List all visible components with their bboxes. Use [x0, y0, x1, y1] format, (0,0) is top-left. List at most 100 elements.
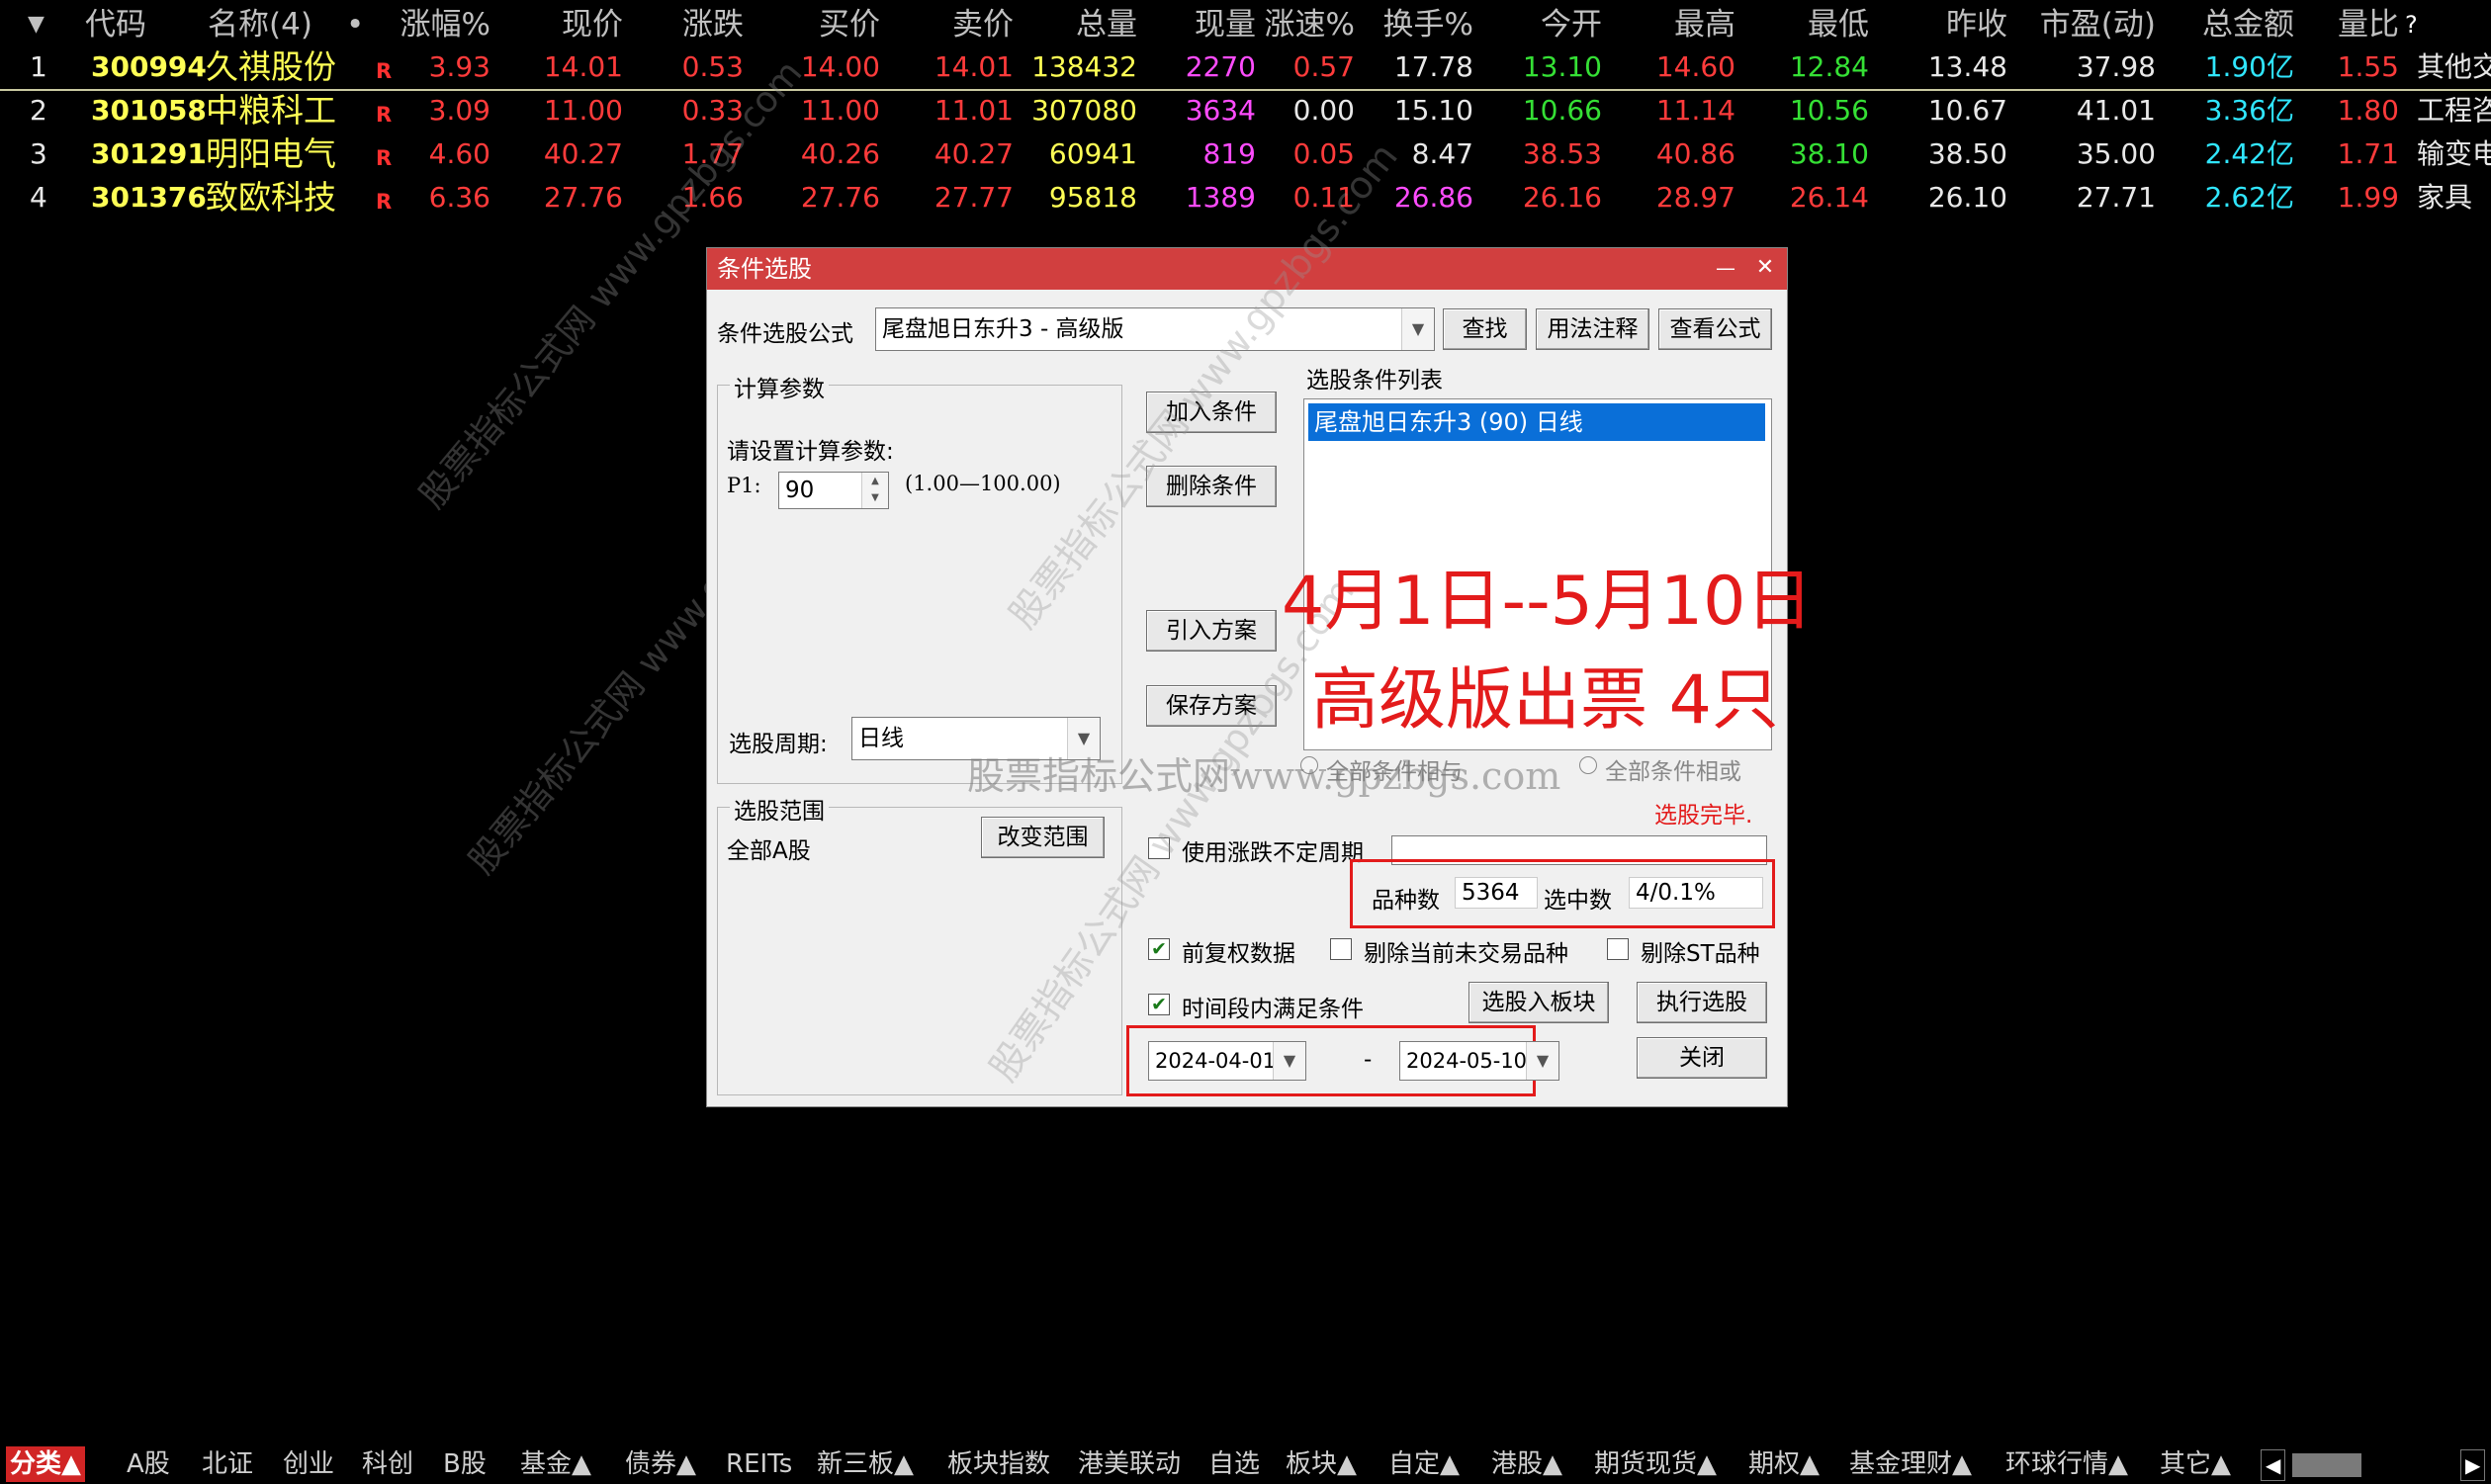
exclude-notrade-checkbox[interactable] [1330, 938, 1352, 960]
tab-custom[interactable]: 自定▲ [1384, 1446, 1464, 1482]
tab-category[interactable]: 分类▲ [6, 1446, 85, 1482]
col-header-prev-close[interactable]: 昨收 [1918, 4, 2007, 45]
tab-futures[interactable]: 期货现货▲ [1590, 1446, 1721, 1482]
header-menu-icon[interactable]: ▼ [28, 4, 53, 45]
col-header-chg-pct[interactable]: 涨幅% [392, 4, 490, 45]
date-to-picker[interactable]: 2024-05-10 ▼ [1399, 1041, 1559, 1081]
cell-vol-ratio: 1.80 [2337, 94, 2399, 127]
execute-selection-button[interactable]: 执行选股 [1637, 982, 1767, 1023]
col-header-low[interactable]: 最低 [1780, 4, 1869, 45]
cell-amount: 1.90亿 [2204, 50, 2294, 83]
tab-star[interactable]: 科创 [358, 1446, 417, 1482]
col-header-open[interactable]: 今开 [1513, 4, 1602, 45]
tab-wealth[interactable]: 基金理财▲ [1845, 1446, 1976, 1482]
exclude-notrade-label[interactable]: 剔除当前未交易品种 [1364, 934, 1568, 968]
col-header-price[interactable]: 现价 [534, 4, 623, 45]
table-row[interactable]: 2 301058 中粮科工 R 3.09 11.00 0.33 11.00 11… [0, 89, 2491, 132]
col-header-pe[interactable]: 市盈(动) [2027, 4, 2156, 45]
exclude-st-label[interactable]: 剔除ST品种 [1641, 934, 1760, 968]
cell-speed: 0.00 [1292, 94, 1355, 127]
forward-adjust-checkbox[interactable]: ✔ [1148, 938, 1170, 960]
tab-scrollbar[interactable] [2292, 1453, 2361, 1477]
cell-ask: 14.01 [934, 50, 1014, 83]
table-row[interactable]: 1 300994 久祺股份 R 3.93 14.01 0.53 14.00 14… [0, 45, 2491, 91]
col-header-cur-vol[interactable]: 现量 [1167, 4, 1256, 45]
tab-sector-index[interactable]: 板块指数 [943, 1446, 1054, 1482]
col-header-ask[interactable]: 卖价 [925, 4, 1014, 45]
time-range-label[interactable]: 时间段内满足条件 [1182, 990, 1364, 1023]
row-index: 2 [30, 94, 47, 127]
view-formula-button[interactable]: 查看公式 [1658, 308, 1772, 350]
cell-vol: 307080 [1031, 94, 1137, 127]
scroll-right-icon[interactable]: ▶ [2460, 1449, 2486, 1481]
spinner-arrows-icon[interactable]: ▲ ▼ [861, 473, 888, 508]
tab-watchlist[interactable]: 自选 [1204, 1446, 1264, 1482]
cell-turnover: 15.10 [1393, 94, 1473, 127]
usage-notes-button[interactable]: 用法注释 [1536, 308, 1649, 350]
condition-list-item[interactable]: 尾盘旭日东升3 (90) 日线 [1308, 403, 1765, 441]
col-header-vol-ratio[interactable]: 量比 [2314, 4, 2399, 45]
table-row[interactable]: 3 301291 明阳电气 R 4.60 40.27 1.77 40.26 40… [0, 132, 2491, 176]
tab-global[interactable]: 环球行情▲ [2002, 1446, 2132, 1482]
formula-select-value: 尾盘旭日东升3 - 高级版 [882, 316, 1124, 342]
col-header-bid[interactable]: 买价 [791, 4, 880, 45]
cell-low: 10.56 [1789, 94, 1869, 127]
col-header-amount[interactable]: 总金额 [2176, 4, 2294, 45]
table-row[interactable]: 4 301376 致欧科技 R 6.36 27.76 1.66 27.76 27… [0, 176, 2491, 219]
find-button[interactable]: 查找 [1443, 308, 1527, 350]
chevron-down-icon[interactable]: ▼ [1401, 308, 1434, 350]
col-header-turnover[interactable]: 换手% [1365, 4, 1473, 45]
col-header-dot[interactable]: • [346, 4, 366, 45]
tab-options[interactable]: 期权▲ [1744, 1446, 1824, 1482]
uncertain-period-label[interactable]: 使用涨跌不定周期 [1182, 833, 1364, 867]
cell-bid: 40.26 [800, 137, 880, 170]
formula-label: 条件选股公式 [717, 321, 853, 347]
exclude-st-checkbox[interactable] [1607, 938, 1629, 960]
tab-hk-us-link[interactable]: 港美联动 [1074, 1446, 1185, 1482]
change-scope-button[interactable]: 改变范围 [981, 817, 1105, 858]
col-header-high[interactable]: 最高 [1646, 4, 1735, 45]
col-header-vol[interactable]: 总量 [1048, 4, 1137, 45]
tab-beijing[interactable]: 北证 [198, 1446, 257, 1482]
date-from-picker[interactable]: 2024-04-01 ▼ [1148, 1041, 1306, 1081]
p1-input[interactable]: 90 ▲ ▼ [778, 472, 889, 509]
col-header-code[interactable]: 代码 [85, 4, 164, 45]
col-header-speed[interactable]: 涨速% [1256, 4, 1355, 45]
market-tab-bar: 分类▲ A股 北证 创业 科创 B股 基金▲ 债券▲ REITs 新三板▲ 板块… [0, 1443, 2491, 1484]
chevron-down-icon[interactable]: ▼ [1526, 1042, 1558, 1080]
formula-select[interactable]: 尾盘旭日东升3 - 高级版 ▼ [875, 307, 1435, 351]
cell-prev-close: 38.50 [1927, 137, 2007, 170]
import-scheme-button[interactable]: 引入方案 [1146, 610, 1277, 652]
annotation-result: 高级版出票 4只 [1311, 661, 1779, 740]
selected-value: 4/0.1% [1629, 877, 1763, 909]
cell-industry: 家具 [2417, 181, 2473, 214]
col-header-chg[interactable]: 涨跌 [653, 4, 744, 45]
tab-fund[interactable]: 基金▲ [516, 1446, 595, 1482]
p1-label: P1: [727, 474, 761, 497]
tab-sector[interactable]: 板块▲ [1282, 1446, 1361, 1482]
tab-chinext[interactable]: 创业 [279, 1446, 338, 1482]
radio-or[interactable] [1579, 756, 1597, 774]
close-icon[interactable]: ✕ [1745, 248, 1785, 290]
chevron-down-icon[interactable]: ▼ [1273, 1042, 1305, 1080]
tab-bond[interactable]: 债券▲ [621, 1446, 700, 1482]
tab-neeq[interactable]: 新三板▲ [813, 1446, 918, 1482]
tab-reits[interactable]: REITs [722, 1446, 796, 1482]
tab-a-share[interactable]: A股 [123, 1446, 174, 1482]
minimize-icon[interactable]: — [1706, 248, 1745, 290]
close-button[interactable]: 关闭 [1637, 1037, 1767, 1079]
scroll-left-icon[interactable]: ◀ [2261, 1449, 2286, 1481]
cell-pe: 35.00 [2076, 137, 2156, 170]
period-select-value: 日线 [858, 726, 904, 751]
forward-adjust-label[interactable]: 前复权数据 [1182, 934, 1295, 968]
add-to-block-button[interactable]: 选股入板块 [1468, 982, 1609, 1023]
tab-other[interactable]: 其它▲ [2156, 1446, 2235, 1482]
radio-or-label[interactable]: 全部条件相或 [1605, 752, 1741, 786]
help-icon[interactable]: ? [2405, 4, 2425, 45]
tab-hk[interactable]: 港股▲ [1487, 1446, 1566, 1482]
col-header-name[interactable]: 名称(4) [208, 4, 336, 45]
time-range-checkbox[interactable]: ✔ [1148, 994, 1170, 1015]
dialog-title: 条件选股 [717, 255, 812, 283]
tab-b-share[interactable]: B股 [439, 1446, 490, 1482]
cell-low: 26.14 [1789, 181, 1869, 214]
